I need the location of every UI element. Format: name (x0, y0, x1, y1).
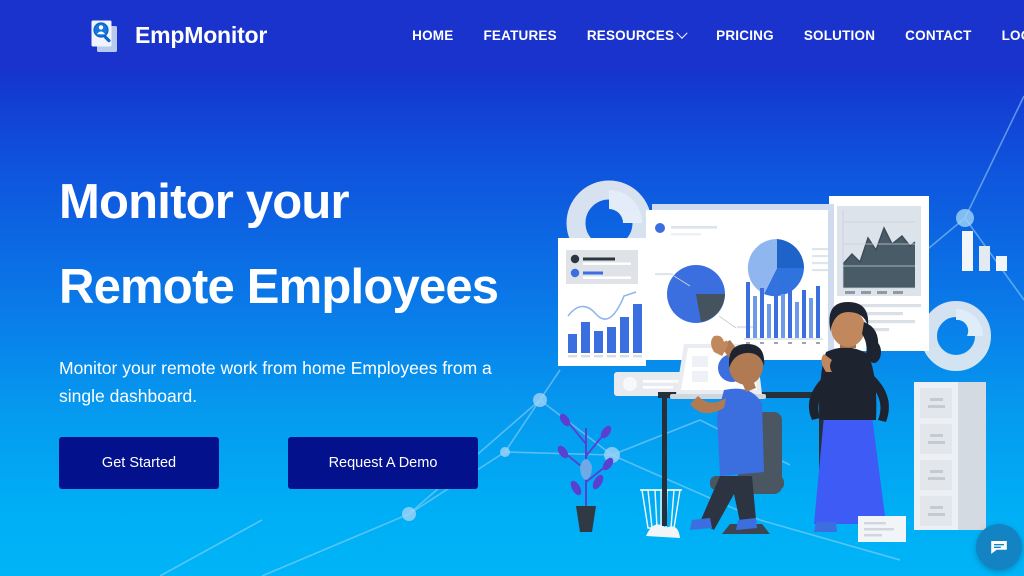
donut-ring-small (921, 301, 991, 371)
nav-contact[interactable]: CONTACT (890, 28, 986, 43)
nav-home[interactable]: HOME (397, 28, 468, 43)
bar-chart-floating (962, 231, 1007, 271)
cta-button-row: Get Started Request A Demo (59, 437, 579, 490)
nav-login-signup-label: LOGIN/SIGNUP (1001, 28, 1024, 43)
brand-name: EmpMonitor (135, 22, 268, 48)
chat-bubble-icon (991, 541, 1007, 554)
get-started-button[interactable]: Get Started (59, 437, 219, 490)
nav-resources[interactable]: RESOURCES (572, 27, 701, 43)
document-magnifier-person-icon (88, 17, 126, 55)
page-title-line2: Remote Employees (59, 260, 499, 314)
nav-home-label: HOME (412, 28, 454, 43)
nav-login-signup[interactable]: LOGIN/SIGNUP (987, 28, 1024, 43)
request-a-demo-button[interactable]: Request A Demo (288, 437, 478, 490)
chat-widget-button[interactable] (976, 524, 1022, 570)
landing-page: EmpMonitor HOME FEATURES RESOURCES PRICI… (0, 0, 1024, 576)
page-title-line1: Monitor your (59, 175, 350, 229)
main-navigation: HOME FEATURES RESOURCES PRICING SOLUTION… (397, 27, 1024, 43)
nav-resources-label: RESOURCES (586, 28, 675, 43)
site-header: EmpMonitor HOME FEATURES RESOURCES PRICI… (0, 0, 1024, 71)
waste-basket (640, 489, 682, 538)
dashboard-panel-center (646, 204, 834, 360)
pie-chart-large (667, 265, 725, 323)
remote-team-analytics-illustration (557, 180, 1007, 542)
hero-subtitle: Monitor your remote work from home Emplo… (59, 358, 492, 406)
nav-solution-label: SOLUTION (803, 28, 876, 43)
nav-solution[interactable]: SOLUTION (789, 28, 890, 43)
chevron-down-icon (676, 27, 688, 39)
nav-features-label: FEATURES (483, 28, 557, 43)
nav-features[interactable]: FEATURES (468, 28, 571, 43)
hero-section: Monitor your Remote Employees Monitor yo… (59, 175, 579, 490)
brand-logo[interactable]: EmpMonitor (88, 17, 267, 55)
nav-contact-label: CONTACT (905, 28, 972, 43)
nav-pricing-label: PRICING (716, 28, 774, 43)
filing-cabinet (914, 382, 986, 530)
paper-stack (858, 516, 906, 542)
nav-pricing[interactable]: PRICING (701, 28, 789, 43)
